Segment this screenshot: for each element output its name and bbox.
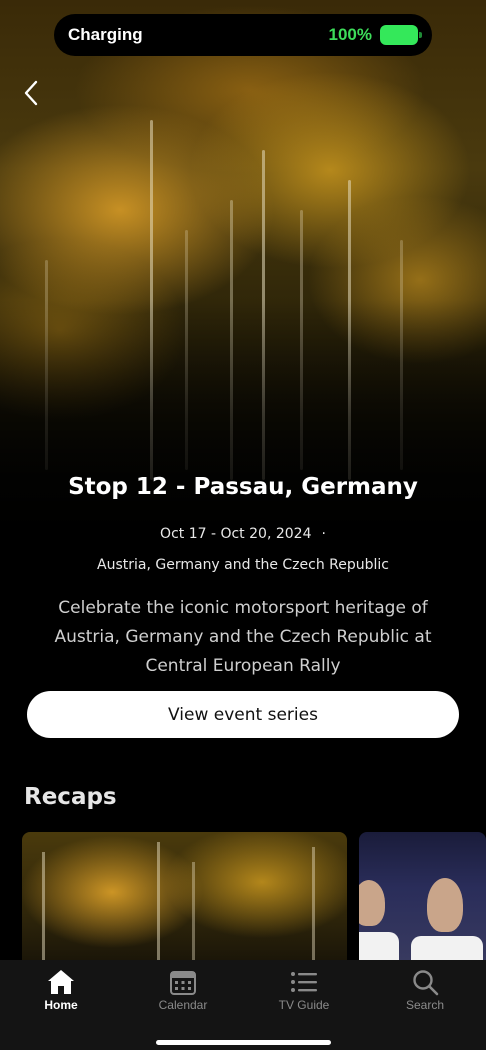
- battery-status: 100%: [328, 25, 422, 45]
- tab-home[interactable]: Home: [16, 968, 106, 1012]
- home-indicator: [156, 1040, 331, 1045]
- status-bar: Charging 100%: [54, 14, 432, 56]
- recap-card[interactable]: [22, 832, 347, 972]
- tab-label: Calendar: [158, 998, 208, 1012]
- search-icon: [413, 970, 439, 996]
- home-icon: [48, 970, 74, 994]
- recaps-heading: Recaps: [24, 784, 117, 810]
- chevron-left-icon: [24, 80, 38, 106]
- recap-card[interactable]: [359, 832, 486, 972]
- event-dates-row: Oct 17 - Oct 20, 2024 ·: [0, 526, 486, 542]
- tab-label: TV Guide: [278, 998, 330, 1012]
- event-title: Stop 12 - Passau, Germany: [68, 474, 418, 500]
- event-description: Celebrate the iconic motorsport heritage…: [54, 598, 432, 676]
- tab-search[interactable]: Search: [380, 968, 470, 1012]
- charging-label: Charging: [68, 25, 143, 44]
- list-icon: [291, 972, 317, 992]
- tab-label: Search: [405, 998, 445, 1012]
- battery-icon: [380, 25, 422, 45]
- tab-calendar[interactable]: Calendar: [138, 968, 228, 1012]
- view-event-series-button[interactable]: View event series: [27, 691, 459, 738]
- back-button[interactable]: [16, 76, 46, 110]
- tab-bar: Home Calendar TV Guide Search: [0, 960, 486, 1050]
- event-dates: Oct 17 - Oct 20, 2024: [160, 526, 312, 542]
- tab-label: Home: [44, 998, 78, 1012]
- calendar-icon: [170, 971, 196, 995]
- date-separator: ·: [321, 526, 326, 542]
- tab-tv-guide[interactable]: TV Guide: [259, 968, 349, 1012]
- battery-percent: 100%: [328, 25, 372, 44]
- event-location: Austria, Germany and the Czech Republic: [97, 557, 389, 573]
